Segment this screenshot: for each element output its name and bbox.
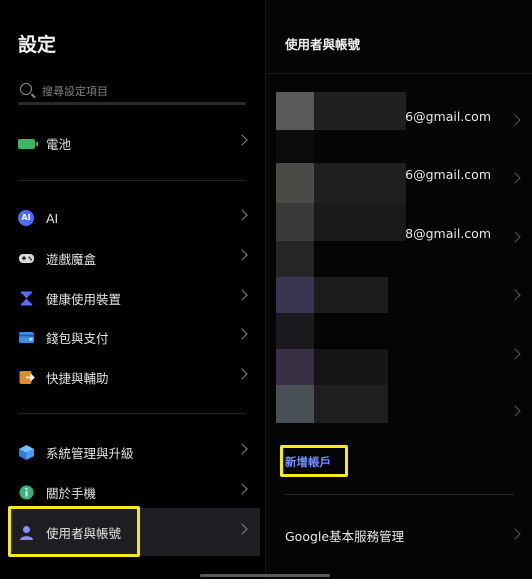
menu-item-label: 關於手機 bbox=[46, 485, 97, 501]
menu-item-digital-wellbeing[interactable]: 健康使用裝置 bbox=[18, 283, 250, 313]
chevron-right-icon bbox=[236, 249, 248, 261]
settings-pane: 設定 搜尋設定項目 電池 AI AI 遊戲魔盒 健康使用裝置 錢包與支付 快捷與… bbox=[0, 0, 265, 579]
highlight-box bbox=[8, 506, 140, 557]
menu-item-label: 快捷與輔助 bbox=[46, 370, 109, 386]
chevron-right-icon bbox=[509, 172, 521, 184]
divider bbox=[285, 494, 514, 495]
account-email: 6@gmail.com bbox=[405, 109, 491, 124]
menu-item-about-phone[interactable]: 關於手機 bbox=[18, 477, 250, 507]
chevron-right-icon bbox=[509, 231, 521, 243]
section-title: 使用者與帳號 bbox=[285, 37, 361, 52]
divider bbox=[266, 73, 532, 74]
divider bbox=[18, 413, 246, 414]
account-email: 6@gmail.com bbox=[405, 167, 491, 182]
account-row[interactable]: 6@gmail.com bbox=[266, 147, 532, 204]
menu-item-system-update[interactable]: 系統管理與升級 bbox=[18, 437, 250, 467]
menu-item-label: 系統管理與升級 bbox=[46, 445, 134, 461]
chevron-right-icon bbox=[236, 523, 248, 535]
divider bbox=[18, 180, 246, 181]
menu-item-label: 錢包與支付 bbox=[46, 330, 109, 346]
shortcut-icon bbox=[18, 369, 35, 386]
chevron-right-icon bbox=[509, 289, 521, 301]
google-services-row[interactable]: Google基本服務管理 bbox=[266, 510, 532, 556]
menu-item-label: 健康使用裝置 bbox=[46, 291, 122, 307]
chevron-right-icon bbox=[509, 405, 521, 417]
system-update-icon bbox=[18, 444, 35, 461]
menu-item-shortcuts-accessibility[interactable]: 快捷與輔助 bbox=[18, 362, 250, 392]
highlight-box bbox=[280, 445, 348, 477]
chevron-right-icon bbox=[236, 289, 248, 301]
info-icon bbox=[18, 484, 35, 501]
search-icon bbox=[20, 83, 32, 95]
chevron-right-icon bbox=[236, 134, 248, 146]
search-input[interactable]: 搜尋設定項目 bbox=[18, 79, 246, 105]
wallet-icon bbox=[18, 329, 35, 346]
search-placeholder: 搜尋設定項目 bbox=[42, 85, 108, 98]
accounts-pane: 使用者與帳號 6@gmail.com 6@gmail.com 8@gmail.c… bbox=[265, 0, 532, 579]
chevron-right-icon bbox=[236, 443, 248, 455]
chevron-right-icon bbox=[236, 368, 248, 380]
page-title: 設定 bbox=[18, 34, 57, 56]
hourglass-icon bbox=[18, 290, 35, 307]
google-services-label: Google基本服務管理 bbox=[285, 529, 405, 544]
menu-item-label: 電池 bbox=[46, 136, 72, 152]
account-row[interactable]: 6@gmail.com bbox=[266, 88, 532, 145]
ai-icon: AI bbox=[18, 209, 35, 227]
gamepad-icon bbox=[18, 250, 35, 267]
menu-item-label: 遊戲魔盒 bbox=[46, 251, 97, 267]
menu-item-label: AI bbox=[46, 210, 59, 226]
account-row[interactable] bbox=[266, 265, 532, 322]
menu-item-wallet[interactable]: 錢包與支付 bbox=[18, 322, 250, 352]
account-row[interactable]: 8@gmail.com bbox=[266, 206, 532, 263]
menu-item-game-box[interactable]: 遊戲魔盒 bbox=[18, 243, 250, 273]
chevron-right-icon bbox=[509, 114, 521, 126]
menu-item-battery[interactable]: 電池 bbox=[18, 128, 250, 158]
chevron-right-icon bbox=[509, 348, 521, 360]
account-email: 8@gmail.com bbox=[405, 226, 491, 241]
home-indicator[interactable] bbox=[200, 574, 330, 577]
chevron-right-icon bbox=[236, 209, 248, 221]
chevron-right-icon bbox=[236, 328, 248, 340]
chevron-right-icon bbox=[509, 528, 521, 540]
account-row[interactable] bbox=[266, 324, 532, 381]
menu-item-ai[interactable]: AI AI bbox=[18, 203, 250, 233]
battery-icon bbox=[18, 135, 38, 152]
account-row[interactable] bbox=[266, 383, 532, 440]
chevron-right-icon bbox=[236, 483, 248, 495]
